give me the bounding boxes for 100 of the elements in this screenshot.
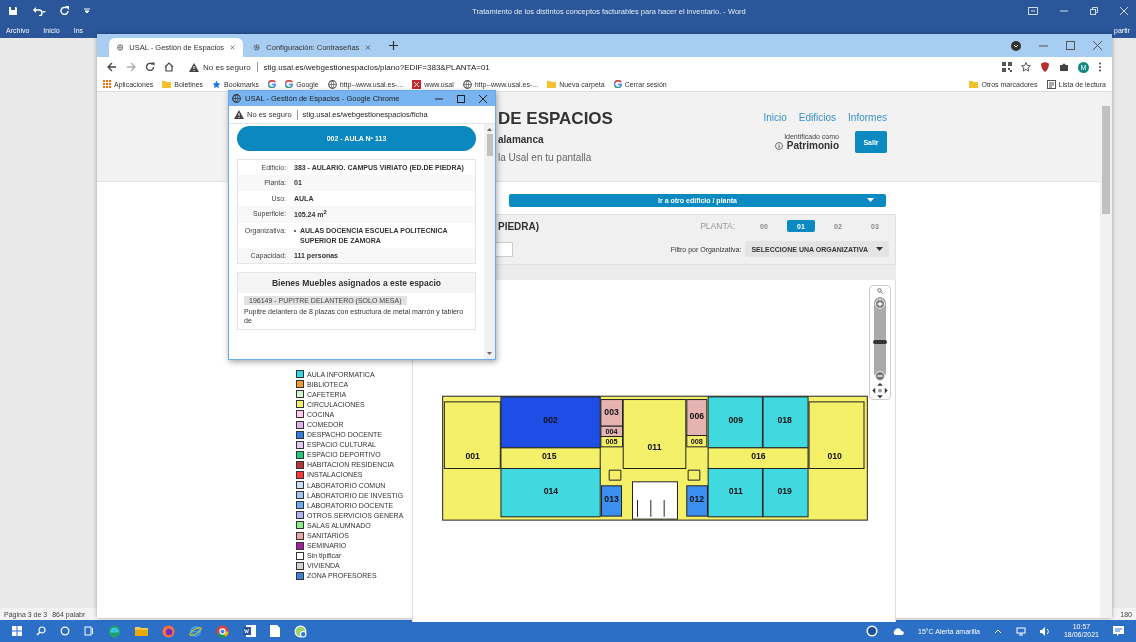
qr-code-icon[interactable] [1002, 62, 1012, 72]
back-arrow-icon[interactable] [107, 62, 117, 72]
floor-room[interactable] [500, 468, 601, 518]
building-name: PIEDRA) [498, 220, 540, 232]
floor-room[interactable] [762, 468, 809, 518]
zoom-slider[interactable] [874, 296, 886, 379]
ribbon-display-icon[interactable] [1028, 7, 1038, 15]
floor-room[interactable] [600, 399, 624, 427]
search-icon[interactable] [36, 626, 46, 636]
room-number: 012 [689, 493, 704, 504]
floor-label: PLANTA: [700, 221, 735, 231]
floor-room[interactable] [707, 447, 809, 469]
folder-icon [547, 80, 557, 88]
room-number: 010 [827, 451, 842, 462]
edge-browser-icon[interactable] [108, 624, 121, 638]
firefox-icon[interactable] [162, 624, 175, 638]
scrollbar[interactable] [1100, 92, 1112, 618]
room-number: 015 [542, 451, 557, 462]
caret-icon [867, 198, 874, 202]
windows-start-icon[interactable] [12, 626, 22, 636]
room-number: 011 [728, 486, 743, 497]
floor-room[interactable] [808, 401, 865, 469]
notification-icon[interactable] [1113, 626, 1124, 636]
cortana-circle-icon[interactable] [60, 626, 70, 636]
reading-list-icon [1046, 79, 1056, 89]
room-number: 006 [689, 410, 704, 421]
scroll-down-icon[interactable] [487, 352, 492, 355]
globe-icon [117, 43, 124, 52]
redo-icon[interactable] [60, 6, 70, 16]
site-title: DE ESPACIOS [498, 109, 613, 129]
info-icon [774, 141, 783, 150]
chevron-up-icon[interactable] [993, 628, 1002, 634]
folder-icon [969, 80, 979, 88]
minimize-icon[interactable] [1060, 7, 1068, 15]
globe-icon [327, 79, 337, 89]
cloud-icon [892, 627, 904, 635]
restore-icon[interactable] [1090, 7, 1098, 15]
room-number: 018 [777, 414, 792, 425]
maximize-icon[interactable] [1066, 41, 1075, 50]
search-icon[interactable] [877, 288, 883, 294]
floor-room[interactable] [707, 468, 763, 518]
room-number: 014 [543, 486, 559, 497]
maximize-icon[interactable] [457, 94, 465, 103]
star-icon[interactable] [1021, 62, 1031, 72]
pan-arrows-icon[interactable] [871, 381, 889, 399]
task-view-icon[interactable] [84, 626, 94, 636]
new-tab-icon[interactable] [389, 41, 398, 50]
floor-room[interactable] [762, 396, 809, 449]
scrollbar[interactable] [484, 124, 495, 359]
gear-icon [253, 43, 261, 52]
google-logo-icon [268, 80, 277, 88]
zoom-in-icon[interactable] [875, 298, 885, 309]
section-heading: Bienes Muebles asignados a este espacio [238, 273, 475, 294]
customize-caret-icon[interactable] [84, 8, 90, 14]
zoom-out-icon[interactable] [875, 370, 885, 381]
close-icon[interactable] [479, 94, 487, 103]
tab-search-icon[interactable] [1011, 40, 1021, 51]
close-icon[interactable] [230, 44, 235, 51]
globe-icon [232, 94, 241, 103]
shield-icon[interactable] [1040, 62, 1050, 72]
network-icon[interactable] [1015, 626, 1026, 636]
room-number: 001 [465, 451, 480, 462]
menu-dots-icon[interactable] [1098, 62, 1102, 72]
chrome-icon[interactable] [216, 624, 229, 638]
room-number: 019 [777, 486, 792, 497]
floor-room[interactable] [443, 401, 501, 469]
scroll-up-icon[interactable] [487, 128, 492, 131]
room-number: 016 [751, 451, 766, 462]
app-icon[interactable] [294, 624, 307, 638]
warning-icon [189, 62, 199, 72]
floor-room[interactable] [707, 396, 763, 449]
speaker-icon[interactable] [1039, 626, 1050, 636]
floor-room[interactable] [500, 447, 601, 469]
scrollbar-thumb[interactable] [486, 134, 493, 156]
internet-explorer-icon[interactable] [189, 624, 202, 638]
globe-icon [462, 79, 472, 89]
room-number: 011 [647, 442, 662, 453]
floor-room[interactable] [600, 436, 624, 448]
document-icon[interactable] [270, 625, 280, 637]
warning-icon [234, 110, 244, 119]
floor-room[interactable] [686, 435, 708, 448]
undo-icon[interactable] [32, 6, 46, 16]
room-number: 002 [543, 414, 558, 425]
folder-icon[interactable] [135, 625, 148, 637]
save-icon[interactable] [8, 6, 18, 16]
zoom-slider-thumb[interactable] [873, 340, 887, 345]
word-icon[interactable] [243, 625, 256, 637]
home-icon[interactable] [164, 62, 174, 72]
address-bar[interactable]: No es seguro stig.usal.es/webgestionespacios/plano?EDIF=383&PLANTA=01 [183, 59, 985, 75]
close-icon[interactable] [1093, 41, 1102, 50]
reload-icon[interactable] [145, 62, 155, 72]
site-tagline: la Usal en tu pantalla [498, 152, 593, 163]
caret-icon [876, 247, 883, 251]
site-subtitle: alamanca [498, 134, 545, 145]
floor-room[interactable] [622, 399, 687, 469]
room-number: 013 [604, 493, 619, 504]
floor-room[interactable] [686, 399, 708, 436]
bookmark-item[interactable] [268, 80, 277, 88]
floor-room[interactable] [601, 485, 623, 517]
scrollbar-thumb[interactable] [1102, 106, 1110, 214]
